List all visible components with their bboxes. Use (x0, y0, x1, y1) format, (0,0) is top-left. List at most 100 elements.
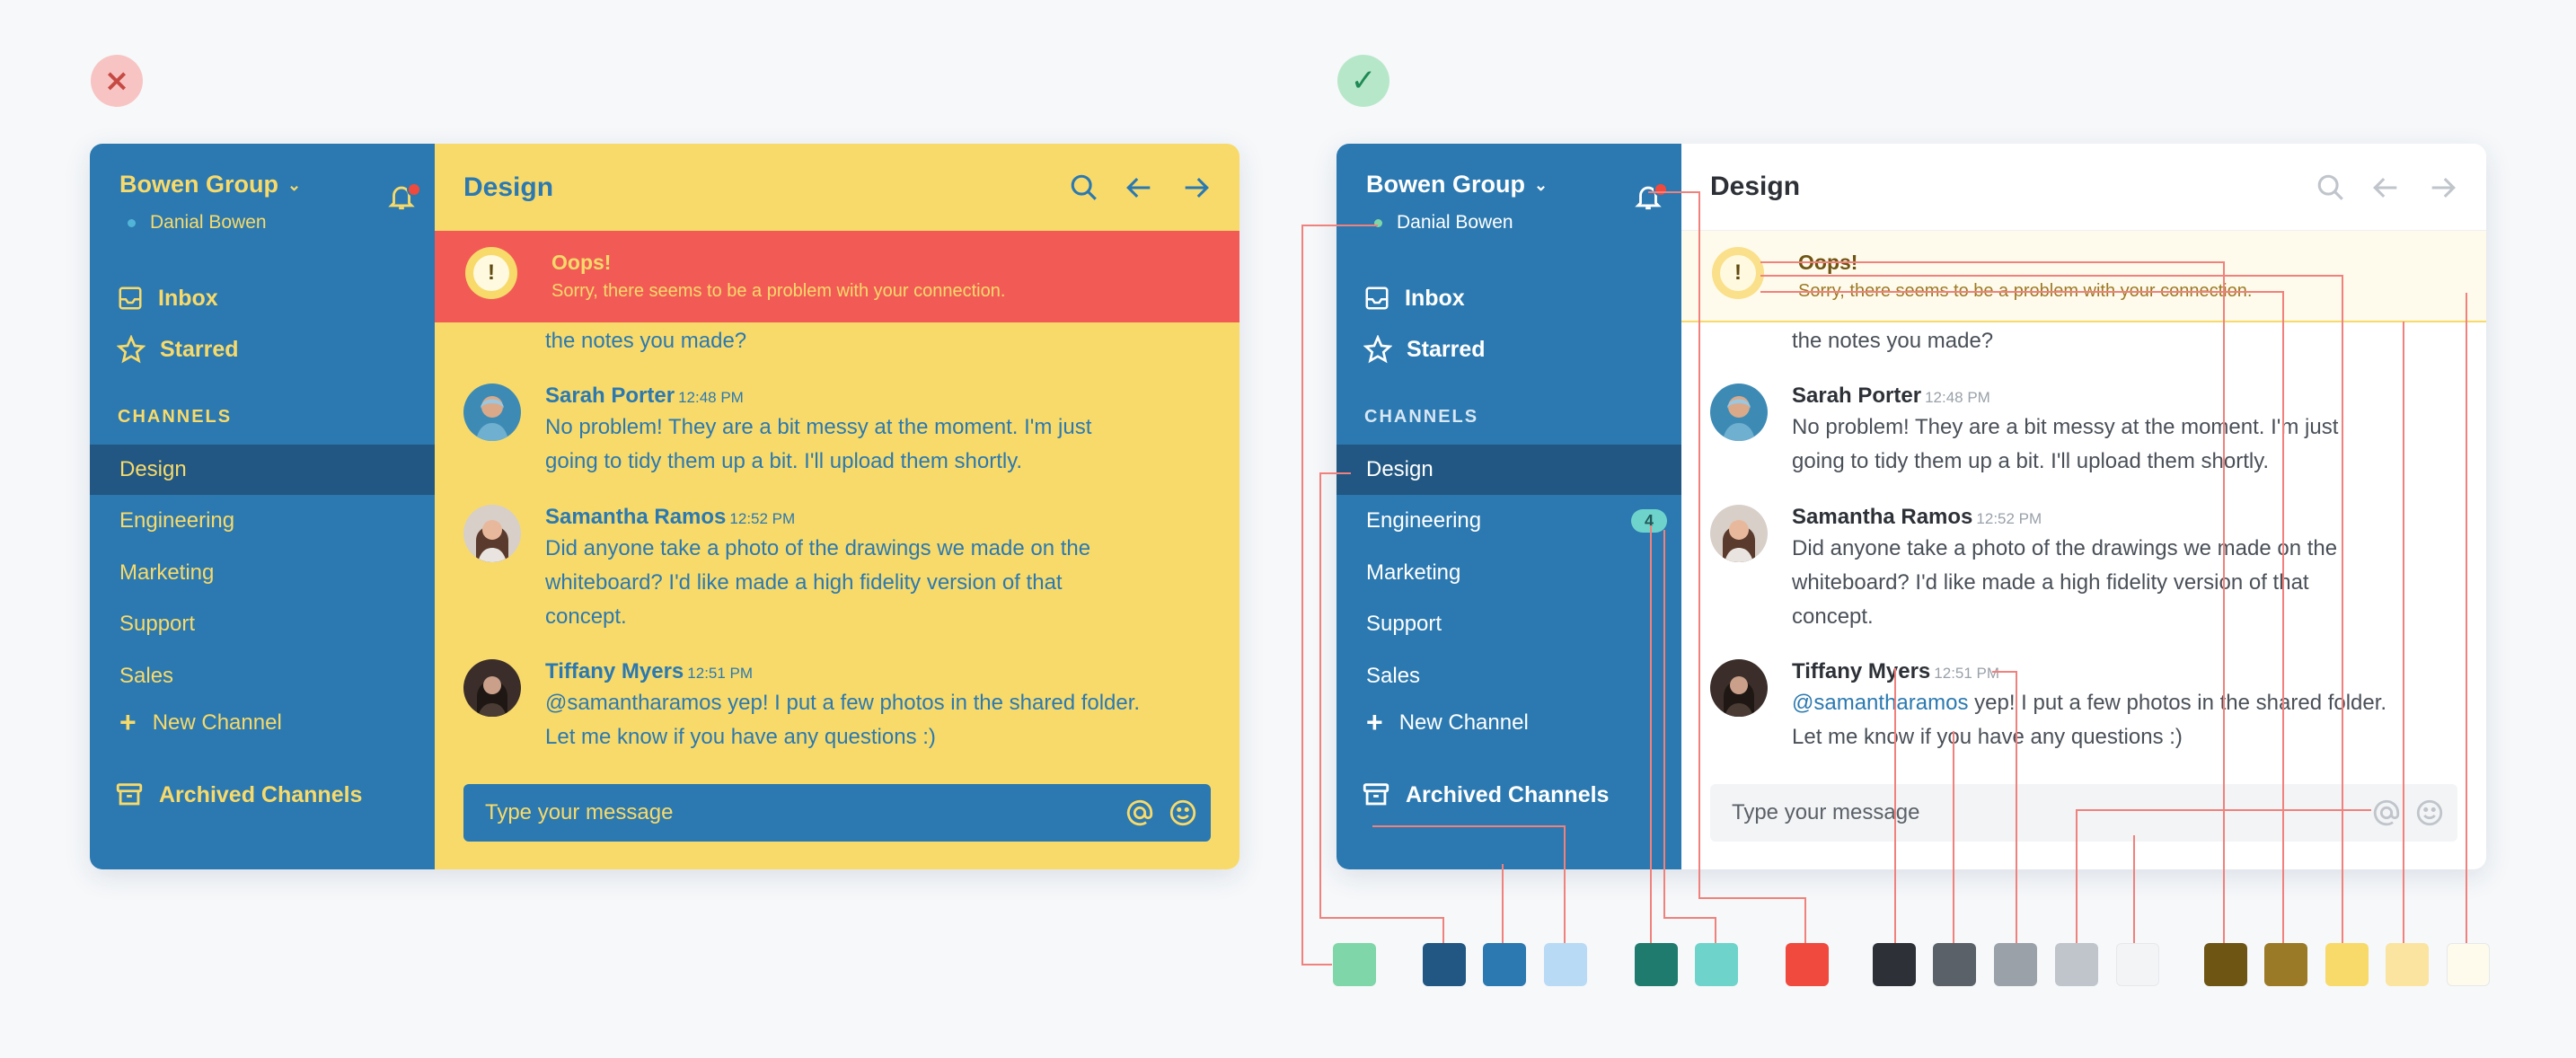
message-time: 12:48 PM (678, 389, 744, 406)
channel-label: Sales (119, 664, 174, 688)
user-mention[interactable]: @samantharamos (1792, 691, 1968, 715)
new-channel-label: New Channel (1398, 710, 1529, 735)
color-swatch-blue (1544, 943, 1587, 986)
message-author[interactable]: Tiffany Myers (1792, 659, 1930, 683)
message-item: Sarah Porter 12:48 PM No problem! They ar… (1710, 384, 2432, 473)
emoji-icon[interactable] (1168, 798, 1198, 828)
user-name: Danial Bowen (1397, 212, 1513, 233)
workspace-switcher[interactable]: Bowen Group ⌄ (1366, 171, 1548, 198)
star-icon (117, 335, 146, 364)
nav-inbox[interactable]: Inbox (117, 278, 218, 318)
mention-icon[interactable] (1125, 798, 1155, 828)
arrow-left-icon[interactable] (2371, 172, 2402, 203)
avatar (463, 659, 521, 717)
channel-title: Design (463, 172, 554, 202)
color-swatch-green (1333, 943, 1376, 986)
new-channel-button[interactable]: + New Channel (119, 706, 282, 739)
workspace-switcher[interactable]: Bowen Group ⌄ (119, 171, 301, 198)
emoji-icon[interactable] (2414, 798, 2445, 828)
color-swatch-yellow (2386, 943, 2429, 986)
nav-inbox-label: Inbox (1405, 285, 1465, 311)
avatar (463, 384, 521, 441)
search-icon[interactable] (1069, 172, 1099, 203)
message-author[interactable]: Tiffany Myers (545, 659, 684, 683)
arrow-left-icon[interactable] (1125, 172, 1155, 203)
channel-engineering[interactable]: Engineering 4 (1337, 496, 1681, 546)
archived-channels-label: Archived Channels (159, 781, 363, 807)
conversation-pane: Design ! Oops! Sorry, there seems to be … (435, 144, 1239, 869)
message-author[interactable]: Samantha Ramos (545, 505, 726, 529)
avatar (1710, 505, 1768, 562)
color-swatch-yellow (2325, 943, 2369, 986)
conversation-pane: Design ! Oops! Sorry, there seems to be … (1681, 144, 2486, 869)
good-example-app-window: Bowen Group ⌄ Danial Bowen Inbox Starred… (1337, 144, 2486, 869)
clipped-message-text: the notes you made? (1792, 329, 1994, 353)
channel-sales[interactable]: Sales (1337, 651, 1681, 701)
avatar (1710, 659, 1768, 717)
inbox-icon (119, 287, 142, 310)
nav-starred[interactable]: Starred (1363, 330, 1486, 369)
notification-dot (407, 182, 421, 197)
message-item: Samantha Ramos 12:52 PM Did anyone take a… (463, 505, 1186, 629)
message-line: concept. (1792, 604, 1874, 629)
nav-inbox[interactable]: Inbox (1363, 278, 1465, 318)
message-author[interactable]: Sarah Porter (1792, 384, 1921, 408)
channel-design[interactable]: Design (90, 445, 435, 495)
channel-title: Design (1710, 172, 1801, 201)
archive-icon (116, 783, 143, 806)
channel-sales[interactable]: Sales (90, 651, 435, 701)
message-line: Let me know if you have any questions :) (545, 725, 936, 749)
new-channel-button[interactable]: + New Channel (1366, 706, 1529, 739)
message-author[interactable]: Samantha Ramos (1792, 505, 1972, 529)
nav-starred[interactable]: Starred (117, 330, 239, 369)
channel-support[interactable]: Support (90, 599, 435, 649)
message-author[interactable]: Sarah Porter (545, 384, 675, 408)
message-text: @samantharamos yep! I put a few photos i… (1792, 686, 2432, 754)
mention-icon[interactable] (2371, 798, 2402, 828)
search-icon[interactable] (2316, 172, 2346, 203)
color-swatch-red (1786, 943, 1829, 986)
conversation-header: Design (435, 144, 1239, 231)
arrow-right-icon[interactable] (2427, 172, 2457, 203)
user-name: Danial Bowen (150, 212, 267, 233)
archived-channels-link[interactable]: Archived Channels (114, 780, 362, 810)
color-swatch-grey (2116, 943, 2159, 986)
message-line: Did anyone take a photo of the drawings … (545, 536, 1091, 560)
color-swatch-grey (1873, 943, 1916, 986)
message-line: going to tidy them up a bit. I'll upload… (1792, 449, 2270, 473)
channel-engineering[interactable]: Engineering (90, 496, 435, 546)
status-dot-icon (1374, 218, 1382, 227)
message-input[interactable]: Type your message (1710, 784, 2457, 842)
alert-icon: ! (1712, 247, 1764, 299)
channel-label: Support (1366, 612, 1442, 636)
color-swatch-yellow (2264, 943, 2307, 986)
status-dot-icon (128, 218, 136, 227)
user-mention[interactable]: @samantharamos (545, 691, 721, 715)
connection-alert: ! Oops! Sorry, there seems to be a probl… (1681, 231, 2486, 322)
current-user: Danial Bowen (1374, 212, 1513, 234)
channel-support[interactable]: Support (1337, 599, 1681, 649)
channel-design[interactable]: Design (1337, 445, 1681, 495)
color-swatch-grey (1933, 943, 1976, 986)
arrow-right-icon[interactable] (1180, 172, 1211, 203)
nav-starred-label: Starred (1407, 336, 1486, 362)
message-line: No problem! They are a bit messy at the … (1792, 415, 2339, 439)
channel-marketing[interactable]: Marketing (1337, 548, 1681, 598)
channel-label: Design (1366, 457, 1434, 481)
message-line: Did anyone take a photo of the drawings … (1792, 536, 2338, 560)
message-input[interactable]: Type your message (463, 784, 1211, 842)
channel-label: Engineering (119, 508, 235, 533)
message-line: whiteboard? I'd like made a high fidelit… (545, 570, 1063, 595)
alert-title: Oops! (551, 251, 612, 274)
message-input-placeholder: Type your message (1732, 800, 1920, 824)
channel-marketing[interactable]: Marketing (90, 548, 435, 598)
message-line: going to tidy them up a bit. I'll upload… (545, 449, 1023, 473)
color-swatch-grey (1994, 943, 2037, 986)
sidebar: Bowen Group ⌄ Danial Bowen Inbox Starred… (1337, 144, 1681, 869)
message-text: Did anyone take a photo of the drawings … (545, 532, 1186, 634)
alert-icon: ! (465, 247, 517, 299)
color-swatch-yellow (2447, 943, 2490, 986)
connection-alert: ! Oops! Sorry, there seems to be a probl… (435, 231, 1239, 322)
archived-channels-link[interactable]: Archived Channels (1361, 780, 1609, 810)
message-item: Sarah Porter 12:48 PM No problem! They ar… (463, 384, 1186, 473)
